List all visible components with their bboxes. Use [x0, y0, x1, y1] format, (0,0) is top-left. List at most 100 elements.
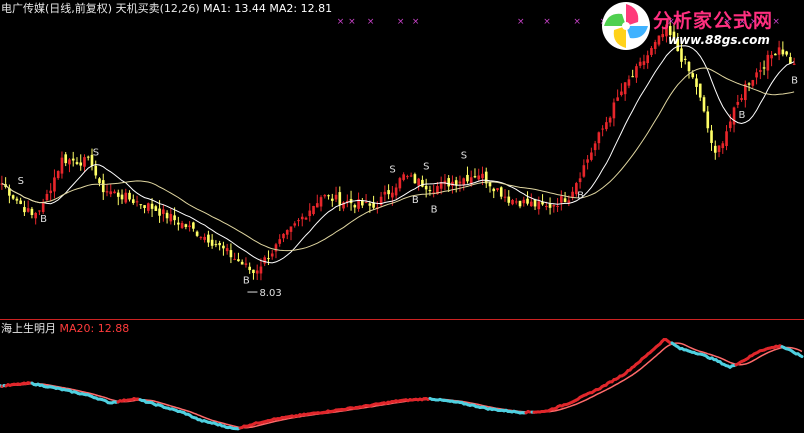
candle-body [274, 244, 278, 252]
candle-body [98, 178, 101, 184]
signal-marker: × [397, 17, 405, 27]
candle-body [169, 213, 173, 222]
candle-body [511, 199, 514, 205]
candle-body [747, 83, 751, 85]
candle-body [721, 143, 725, 149]
signal-marker: × [367, 17, 375, 27]
candle-body [702, 97, 706, 112]
candle-body [218, 243, 221, 246]
candle-body [150, 203, 154, 209]
signal-marker: × [348, 17, 356, 27]
site-url: www.88gs.com [668, 33, 770, 47]
candle-body [210, 239, 214, 246]
candle-body [38, 210, 41, 212]
candle-body [79, 162, 83, 166]
signal-marker: × [337, 17, 345, 27]
candle-body [244, 263, 248, 265]
candle-body [192, 222, 195, 229]
candle-body [391, 192, 394, 198]
candle-body [387, 190, 390, 195]
signal-s-label: S [18, 176, 24, 187]
candle-body [86, 156, 90, 158]
candle-body [139, 204, 143, 206]
signal-marker: × [517, 17, 525, 27]
candle-body [45, 193, 49, 201]
candle-body [638, 61, 642, 66]
candle-body [49, 190, 53, 194]
candle-body [612, 102, 616, 119]
candle-body [315, 203, 319, 208]
site-logo: 分析家公式网 www.88gs.com [598, 0, 804, 52]
candle-body [75, 162, 79, 164]
candle-body [124, 192, 128, 203]
site-name: 分析家公式网 [653, 10, 774, 32]
candle-body [101, 180, 105, 193]
candle-body [259, 266, 263, 274]
candle-body [526, 198, 529, 204]
candle-body [233, 258, 236, 260]
candle-body [687, 61, 691, 72]
candle-body [158, 208, 161, 216]
chart-canvas: SBSBSBSBSBBB×××××××××××××××8.03 [0, 17, 804, 431]
ma20-value: MA20: 12.88 [59, 322, 130, 335]
candle-body [15, 198, 19, 201]
candle-body [293, 223, 297, 226]
candle-body [454, 180, 458, 185]
osc-main-group [0, 338, 804, 431]
candle-body [578, 178, 582, 183]
candle-body [522, 199, 526, 204]
candle-body [413, 174, 417, 184]
signal-b-label: B [40, 214, 47, 225]
candle-body [582, 165, 586, 177]
candle-body [409, 175, 413, 177]
candle-body [199, 237, 203, 239]
candle-body [304, 217, 308, 220]
candle-body [146, 203, 150, 211]
candle-body [207, 234, 210, 243]
candle-body [394, 187, 398, 196]
candle-body [203, 236, 206, 240]
candle-body [68, 159, 71, 165]
candle-body [683, 58, 687, 60]
candle-body [131, 199, 135, 203]
candle-body [616, 97, 619, 101]
candle-body [406, 176, 409, 178]
pinwheel-icon [602, 2, 650, 50]
candle-body [56, 171, 60, 179]
candle-body [255, 270, 259, 274]
candle-body [19, 200, 22, 204]
candle-body [398, 178, 402, 189]
candle-body [319, 197, 323, 207]
candle-body [770, 54, 773, 59]
candle-body [642, 61, 646, 65]
candle-body [128, 192, 131, 200]
candle-body [184, 224, 188, 228]
candle-body [706, 111, 710, 129]
candle-body [421, 179, 424, 187]
candle-body [499, 187, 503, 197]
candle-body [537, 201, 541, 210]
candle-body [762, 67, 766, 69]
candle-body [717, 145, 721, 153]
candle-body [590, 152, 593, 160]
candle-body [214, 244, 218, 246]
main-chart-header: 电广传媒(日线,前复权) 天机买卖(12,26) MA1: 13.44 MA2:… [1, 2, 332, 16]
candle-body [83, 157, 86, 167]
candle-body [732, 107, 736, 125]
candle-body [631, 76, 634, 78]
ma1-line [1, 45, 795, 264]
candle-body [759, 70, 762, 72]
signal-b-label: B [739, 110, 746, 121]
candle-body [252, 269, 255, 274]
candle-body [180, 222, 184, 228]
candle-body [323, 195, 327, 197]
candle-body [544, 206, 548, 208]
signal-marker: × [573, 17, 581, 27]
signal-b-label: B [243, 275, 250, 286]
candle-body [143, 205, 146, 209]
indicator-name: 天机买卖(12,26) [115, 2, 200, 15]
candle-body [447, 178, 451, 187]
candle-body [364, 202, 368, 204]
candles-group [0, 17, 796, 281]
candle-body [496, 188, 499, 190]
